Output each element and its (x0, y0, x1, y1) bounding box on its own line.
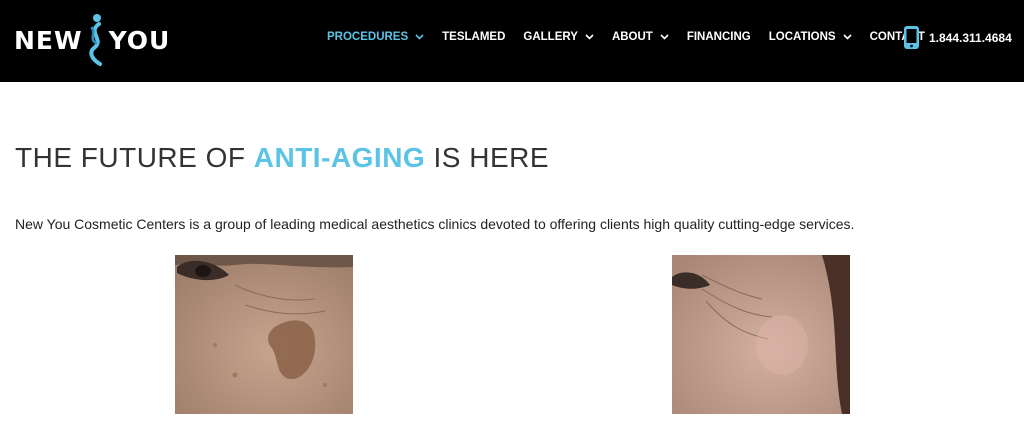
chevron-down-icon (843, 34, 852, 40)
nav-item-gallery[interactable]: GALLERY (523, 31, 594, 43)
before-photo (175, 255, 353, 414)
site-logo[interactable]: NEW YOU (14, 12, 170, 68)
nav-item-teslamed[interactable]: TESLAMED (442, 31, 505, 43)
figure-swirl-icon (88, 14, 102, 66)
nav-item-about[interactable]: ABOUT (612, 31, 669, 43)
after-photo (672, 255, 850, 414)
nav-label-teslamed: TESLAMED (442, 31, 506, 43)
mobile-phone-icon (904, 26, 919, 49)
nav-item-locations[interactable]: LOCATIONS (769, 31, 852, 43)
page-headline: THE FUTURE OF ANTI-AGING IS HERE (15, 142, 549, 174)
nav-label-gallery: GALLERY (523, 31, 578, 43)
headline-suffix: IS HERE (425, 142, 550, 173)
chevron-down-icon (585, 34, 594, 40)
logo-text-new: NEW (14, 25, 83, 55)
nav-item-procedures[interactable]: PROCEDURES (327, 31, 424, 43)
nav-label-procedures: PROCEDURES (327, 31, 409, 43)
nav-item-financing[interactable]: FINANCING (687, 31, 751, 43)
chevron-down-icon (415, 34, 424, 40)
nav-label-about: ABOUT (611, 31, 653, 43)
main-menu: PROCEDURES TESLAMED GALLERY ABOUT FINANC… (327, 31, 943, 43)
top-navigation-bar: NEW YOU PROCEDURES TESLAMED GALLERY ABOU… (0, 0, 1024, 82)
logo-text-you: YOU (108, 25, 171, 55)
intro-paragraph: New You Cosmetic Centers is a group of l… (15, 216, 855, 232)
headline-prefix: THE FUTURE OF (15, 142, 254, 173)
phone-number: 1.844.311.4684 (929, 30, 1012, 45)
chevron-down-icon (660, 34, 669, 40)
headline-accent: ANTI-AGING (253, 142, 426, 173)
nav-label-locations: LOCATIONS (768, 31, 836, 43)
phone-link[interactable]: 1.844.311.4684 (903, 25, 1012, 50)
nav-label-financing: FINANCING (686, 31, 751, 43)
